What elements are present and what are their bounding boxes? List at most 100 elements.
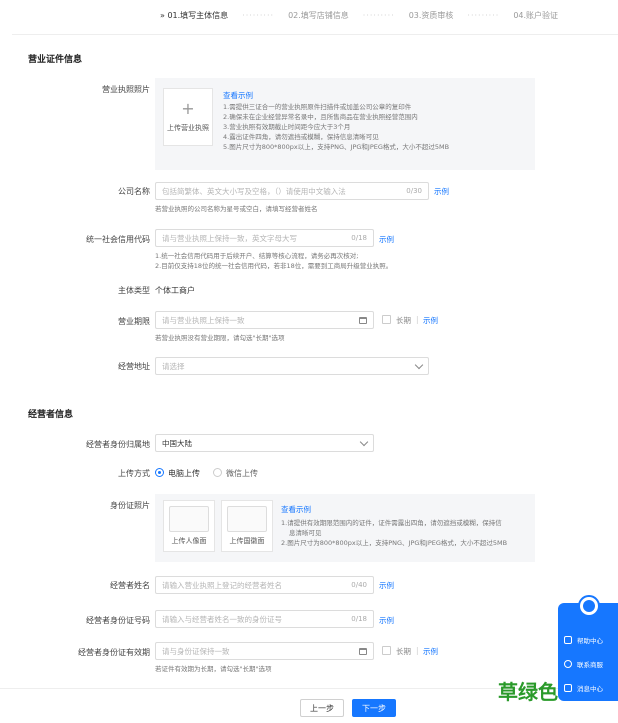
credit-code-counter: 0/18 xyxy=(351,234,367,242)
calendar-icon xyxy=(359,316,367,324)
license-upload-caption: 上传营业执照 xyxy=(167,124,209,132)
contact-service-button[interactable]: 联系商服 xyxy=(564,655,616,673)
operator-name-input[interactable]: 请输入营业执照上登记的经营者姓名 0/40 xyxy=(155,576,374,594)
help-icon xyxy=(564,636,572,644)
id-front-caption: 上传人像面 xyxy=(171,537,207,545)
id-front-upload-button[interactable]: 上传人像面 xyxy=(163,500,215,552)
operator-name-counter: 0/40 xyxy=(351,581,367,589)
license-photo-label: 营业执照照片 xyxy=(102,85,150,94)
license-tip: 4.露出证件四角，请勿遮挡或模糊，保持信息清晰可见 xyxy=(223,133,379,141)
id-number-placeholder: 请输入与经营者姓名一致的身份证号 xyxy=(162,614,282,624)
separator: | xyxy=(416,646,419,655)
step-progress: » 01.填写主体信息 ········· 02.填写店铺信息 ········… xyxy=(0,0,618,30)
id-tip: 1.请提供有效期限范围内的证件，证件需露出四角，请勿遮挡或模糊，保持信 xyxy=(281,519,502,527)
upload-method-wechat-label: 微信上传 xyxy=(226,469,258,478)
address-label: 经营地址 xyxy=(118,362,150,371)
id-validity-placeholder: 请与身份证保持一致 xyxy=(162,646,230,656)
credit-code-example-link[interactable]: 示例 xyxy=(379,234,394,245)
upload-method-computer-radio[interactable] xyxy=(155,468,164,477)
upload-method-label: 上传方式 xyxy=(118,469,150,478)
company-name-example-link[interactable]: 示例 xyxy=(434,186,449,197)
id-region-select[interactable]: 中国大陆 xyxy=(155,434,374,452)
license-tip: 2.确保未在企业经营异常名录中，且所售商品在营业执照经营范围内 xyxy=(223,113,418,121)
credit-code-label: 统一社会信用代码 xyxy=(86,235,150,244)
credit-code-hints: 1.统一社会信用代码用于后续开户、结算等核心流程，请务必再次核对; 2.目前仅支… xyxy=(155,251,392,271)
entity-type-label: 主体类型 xyxy=(118,286,150,295)
business-term-long-label: 长期 xyxy=(396,316,411,325)
license-tip: 3.营业执照有效期截止时间距今应大于3个月 xyxy=(223,123,351,131)
id-validity-example-link[interactable]: 示例 xyxy=(423,646,438,657)
service-avatar-icon[interactable] xyxy=(578,595,600,617)
id-card-front-icon xyxy=(169,506,209,532)
id-number-input[interactable]: 请输入与经营者姓名一致的身份证号 0/18 xyxy=(155,610,374,628)
prev-step-button[interactable]: 上一步 xyxy=(300,699,344,717)
message-icon xyxy=(564,684,572,692)
chevron-down-icon xyxy=(359,437,369,446)
step-3: 03.资质审核 xyxy=(408,10,454,20)
next-step-button[interactable]: 下一步 xyxy=(352,699,396,717)
company-name-label: 公司名称 xyxy=(118,187,150,196)
step-1: » 01.填写主体信息 xyxy=(160,10,229,20)
id-validity-input[interactable]: 请与身份证保持一致 xyxy=(155,642,374,660)
id-example-link[interactable]: 查看示例 xyxy=(281,504,311,515)
step-4: 04.账户验证 xyxy=(513,10,559,20)
floating-service-panel: 帮助中心 联系商服 消息中心 xyxy=(558,595,618,701)
id-back-upload-button[interactable]: 上传国徽面 xyxy=(221,500,273,552)
upload-method-wechat-radio[interactable] xyxy=(213,468,222,477)
credit-code-hint: 2.目前仅支持18位的统一社会信用代码，若非18位，需要到工商局升级营业执照。 xyxy=(155,262,393,270)
license-section-title: 营业证件信息 xyxy=(28,55,83,65)
watermark-text: 草绿色 xyxy=(498,680,558,704)
license-tips: 1.需提供三证合一的营业执照原件扫描件或加盖公司公章的复印件 2.确保未在企业经… xyxy=(223,102,449,152)
id-validity-long-label: 长期 xyxy=(396,647,411,656)
id-validity-hint: 若证件有效期为长期，请勾选"长期"选项 xyxy=(155,665,272,673)
company-name-input[interactable]: 包括简繁体、英文大小写及空格，（）请使用中文输入法 0/30 xyxy=(155,182,429,200)
id-validity-long-checkbox[interactable] xyxy=(382,646,391,655)
calendar-icon xyxy=(359,647,367,655)
id-tip: 2.图片尺寸为800*800px以上，支持PNG、JPG和JPEG格式，大小不超… xyxy=(281,539,508,547)
operator-name-label: 经营者姓名 xyxy=(110,581,150,590)
step-connector: ········· xyxy=(467,10,500,20)
address-placeholder: 请选择 xyxy=(162,361,185,371)
id-tips: 1.请提供有效期限范围内的证件，证件需露出四角，请勿遮挡或模糊，保持信 息清晰可… xyxy=(281,518,507,548)
id-tip: 息清晰可见 xyxy=(289,529,322,537)
id-back-caption: 上传国徽面 xyxy=(229,537,265,545)
business-term-long-checkbox[interactable] xyxy=(382,315,391,324)
entity-type-value: 个体工商户 xyxy=(155,286,195,295)
id-photo-label: 身份证照片 xyxy=(110,501,150,510)
help-center-button[interactable]: 帮助中心 xyxy=(564,631,616,649)
license-example-link[interactable]: 查看示例 xyxy=(223,90,253,101)
id-region-label: 经营者身份归属地 xyxy=(86,440,150,449)
message-center-button[interactable]: 消息中心 xyxy=(564,679,616,697)
business-term-label: 营业期限 xyxy=(118,317,150,326)
steps-divider xyxy=(12,34,618,35)
chevron-down-icon xyxy=(414,360,424,369)
credit-code-input[interactable]: 请与营业执照上保持一致，英文字母大写 0/18 xyxy=(155,229,374,247)
business-term-example-link[interactable]: 示例 xyxy=(423,315,438,326)
id-upload-area: 上传人像面 上传国徽面 查看示例 1.请提供有效期限范围内的证件，证件需露出四角… xyxy=(155,494,535,562)
operator-name-placeholder: 请输入营业执照上登记的经营者姓名 xyxy=(162,580,282,590)
id-number-label: 经营者身份证号码 xyxy=(86,616,150,625)
company-name-counter: 0/30 xyxy=(406,187,422,195)
contact-service-label: 联系商服 xyxy=(577,661,603,669)
id-validity-label: 经营者身份证有效期 xyxy=(78,648,150,657)
step-connector: ········· xyxy=(362,10,395,20)
business-term-input[interactable]: 请与营业执照上保持一致 xyxy=(155,311,374,329)
plus-icon: + xyxy=(181,99,195,118)
license-upload-button[interactable]: + 上传营业执照 xyxy=(163,88,213,146)
separator: | xyxy=(416,315,419,324)
upload-method-computer-label: 电脑上传 xyxy=(168,469,200,478)
id-region-value: 中国大陆 xyxy=(162,438,192,448)
service-avatar-inner xyxy=(583,600,595,612)
address-select[interactable]: 请选择 xyxy=(155,357,429,375)
business-term-placeholder: 请与营业执照上保持一致 xyxy=(162,315,245,325)
id-number-counter: 0/18 xyxy=(351,615,367,623)
operator-section-title: 经营者信息 xyxy=(28,410,74,420)
operator-name-example-link[interactable]: 示例 xyxy=(379,580,394,591)
license-upload-area: + 上传营业执照 查看示例 1.需提供三证合一的营业执照原件扫描件或加盖公司公章… xyxy=(155,78,535,170)
credit-code-hint: 1.统一社会信用代码用于后续开户、结算等核心流程，请务必再次核对; xyxy=(155,252,359,260)
id-card-back-icon xyxy=(227,506,267,532)
company-name-placeholder: 包括简繁体、英文大小写及空格，（）请使用中文输入法 xyxy=(162,186,346,196)
message-center-label: 消息中心 xyxy=(577,685,603,693)
id-number-example-link[interactable]: 示例 xyxy=(379,615,394,626)
step-connector: ········· xyxy=(242,10,275,20)
